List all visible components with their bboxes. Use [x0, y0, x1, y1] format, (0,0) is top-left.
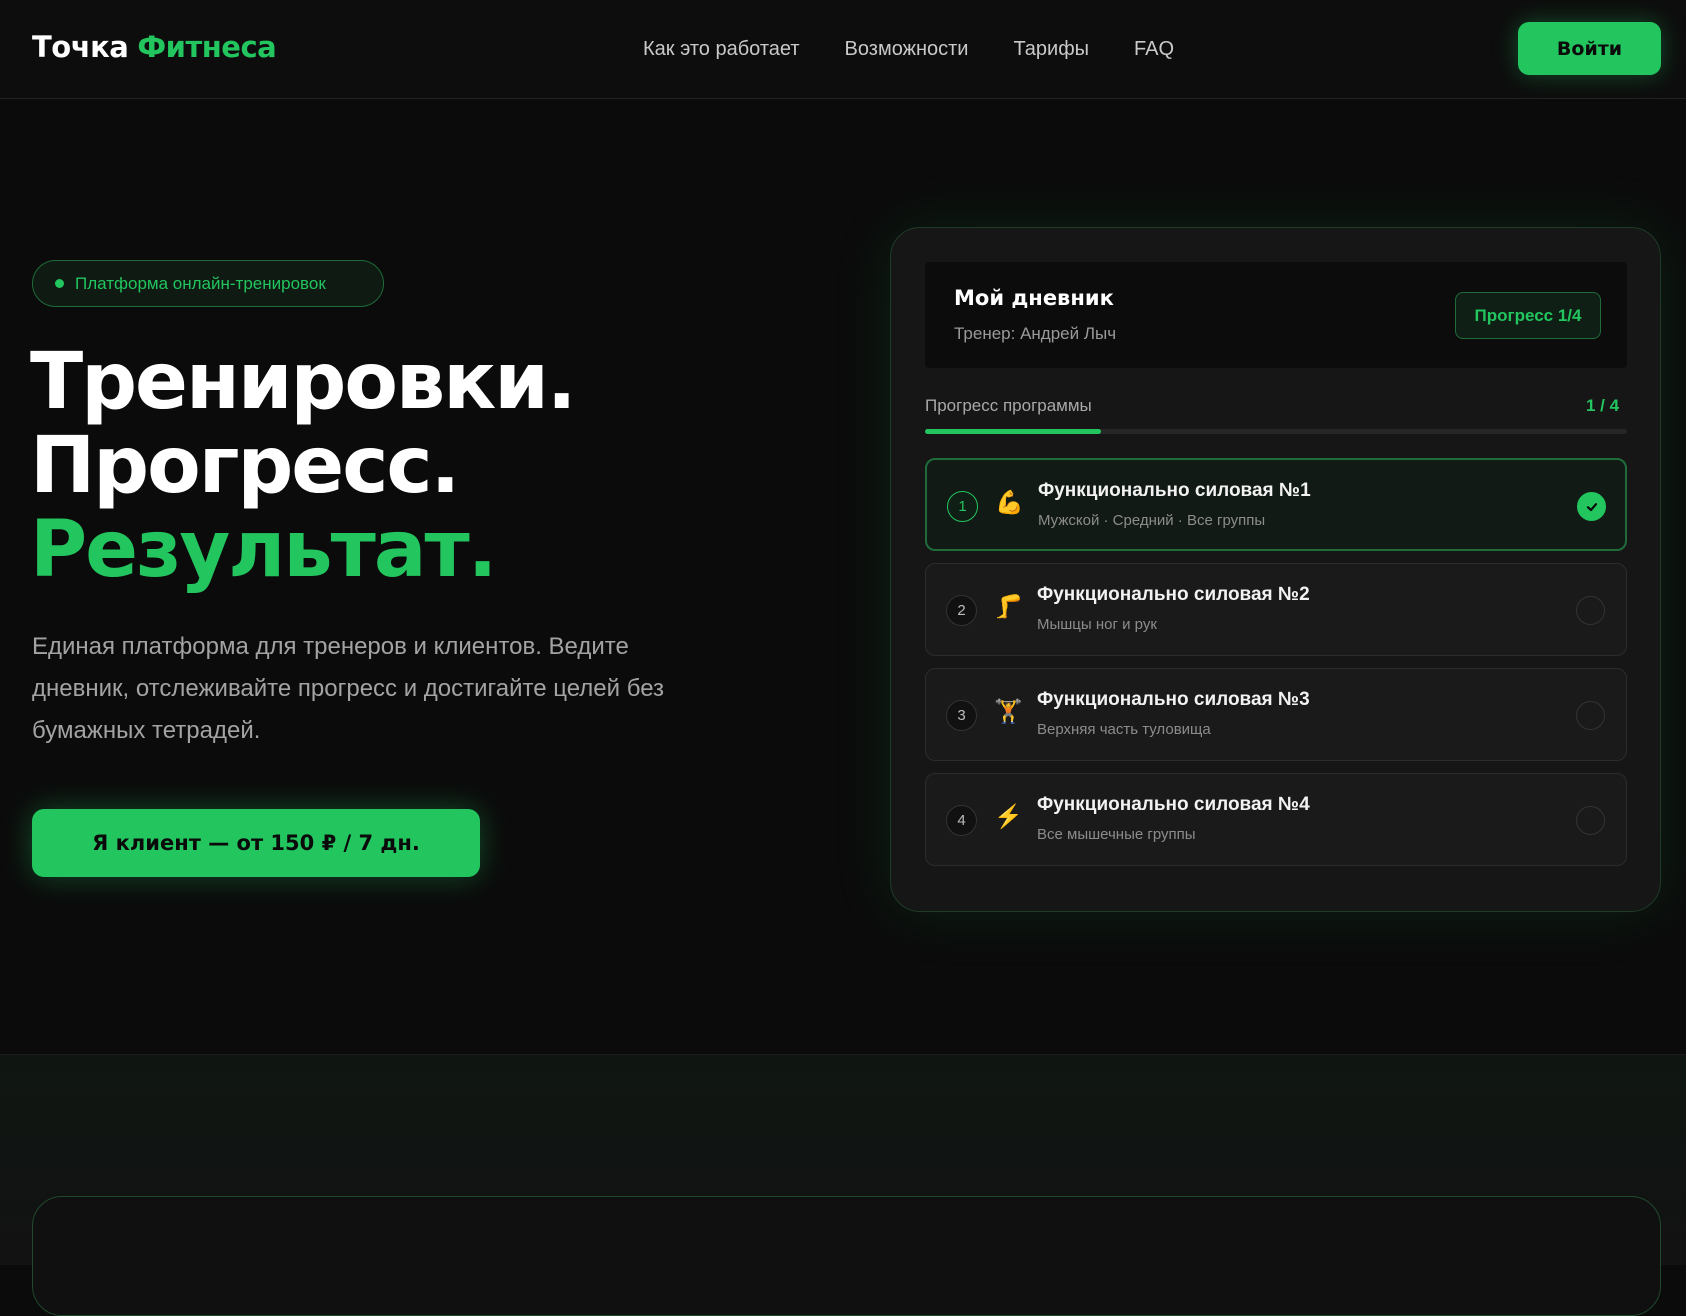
progress-badge: Прогресс 1/4: [1455, 292, 1601, 339]
workout-number: 4: [946, 805, 977, 836]
workout-incomplete-circle-icon[interactable]: [1576, 701, 1605, 730]
headline-line-1: Тренировки.: [30, 337, 576, 427]
workout-subtitle: Все мышечные группы: [1037, 826, 1196, 843]
platform-badge: Платформа онлайн-тренировок: [32, 260, 384, 307]
logo-text-accent: Фитнеса: [137, 30, 277, 64]
weightlifter-icon: 🏋: [994, 698, 1023, 724]
workout-title: Функционально силовая №1: [1038, 480, 1311, 501]
workout-number: 3: [946, 700, 977, 731]
nav-link-pricing[interactable]: Тарифы: [1013, 38, 1089, 61]
workout-item-4[interactable]: 4 ⚡ Функционально силовая №4 Все мышечны…: [925, 773, 1627, 866]
main-nav: Как это работает Возможности Тарифы FAQ: [643, 38, 1219, 61]
nav-link-features[interactable]: Возможности: [845, 38, 969, 61]
workout-title: Функционально силовая №4: [1037, 794, 1310, 815]
login-button[interactable]: Войти: [1518, 22, 1661, 75]
workout-number: 1: [947, 491, 978, 522]
nav-link-faq[interactable]: FAQ: [1134, 38, 1174, 61]
site-header: Точка Фитнеса Как это работает Возможност…: [0, 0, 1686, 99]
leg-icon: 🦵: [994, 593, 1023, 619]
next-section-card: [32, 1196, 1661, 1316]
hero-description: Единая платформа для тренеров и клиентов…: [32, 633, 665, 744]
program-progress-label: Прогресс программы: [925, 396, 1092, 415]
diary-title: Мой дневник: [954, 286, 1114, 310]
workout-subtitle: Верхняя часть туловища: [1037, 721, 1211, 738]
workout-incomplete-circle-icon[interactable]: [1576, 596, 1605, 625]
badge-dot-icon: [55, 279, 64, 288]
headline-line-2: Прогресс.: [30, 421, 460, 511]
badge-label: Платформа онлайн-тренировок: [75, 273, 326, 293]
workout-subtitle: Мышцы ног и рук: [1037, 616, 1157, 633]
workout-subtitle: Мужской · Средний · Все группы: [1038, 512, 1266, 529]
hero-headline: Тренировки. Прогресс. Результат.: [30, 337, 576, 595]
nav-link-how-it-works[interactable]: Как это работает: [643, 38, 800, 61]
client-signup-button[interactable]: Я клиент — от 150 ₽ / 7 дн.: [32, 809, 480, 877]
workout-number: 2: [946, 595, 977, 626]
flexed-biceps-icon: 💪: [995, 489, 1024, 515]
logo-text-primary: Точка: [32, 30, 129, 64]
program-progress-bar: [925, 429, 1627, 434]
workout-item-1[interactable]: 1 💪 Функционально силовая №1 Мужской · С…: [925, 458, 1627, 551]
logo[interactable]: Точка Фитнеса: [32, 30, 277, 64]
lightning-icon: ⚡: [994, 803, 1023, 829]
workout-title: Функционально силовая №2: [1037, 584, 1310, 605]
diary-header: Мой дневник Тренер: Андрей Лыч Прогресс …: [925, 262, 1627, 368]
workout-item-2[interactable]: 2 🦵 Функционально силовая №2 Мышцы ног и…: [925, 563, 1627, 656]
headline-line-3: Результат.: [30, 505, 497, 595]
program-progress-fill: [925, 429, 1101, 434]
workout-item-3[interactable]: 3 🏋 Функционально силовая №3 Верхняя час…: [925, 668, 1627, 761]
diary-card: Мой дневник Тренер: Андрей Лыч Прогресс …: [890, 227, 1661, 912]
workout-title: Функционально силовая №3: [1037, 689, 1310, 710]
diary-trainer: Тренер: Андрей Лыч: [954, 324, 1117, 343]
program-progress-count: 1 / 4: [1586, 396, 1620, 415]
workout-incomplete-circle-icon[interactable]: [1576, 806, 1605, 835]
workout-complete-check-icon[interactable]: [1577, 492, 1606, 521]
